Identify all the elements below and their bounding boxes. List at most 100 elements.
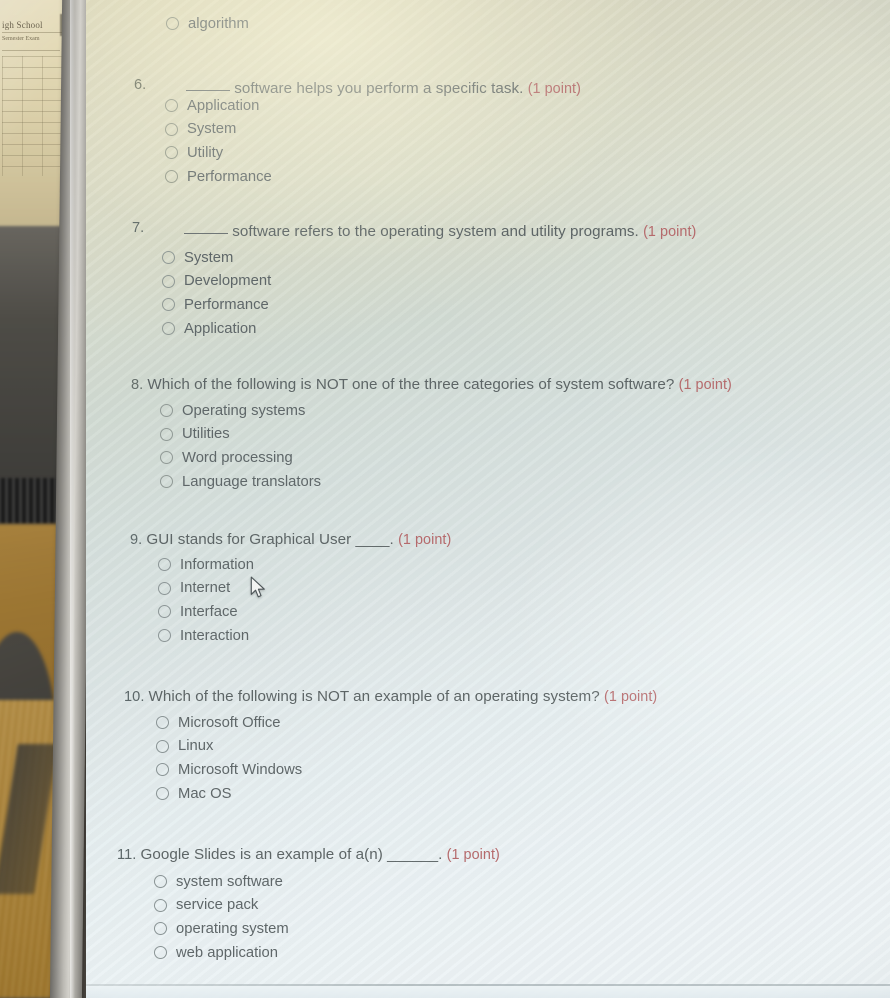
quiz-option[interactable]: Mac OS: [156, 782, 231, 806]
quiz-option-label: operating system: [176, 920, 289, 937]
radio-button[interactable]: [154, 946, 167, 960]
quiz-question-text: Google Slides is an example of a(n) ____…: [140, 846, 447, 863]
monitor-screen: algorithm 6. software helps you perform a…: [86, 0, 890, 998]
quiz-option[interactable]: Performance: [162, 293, 269, 317]
quiz-option-label: Mac OS: [178, 785, 232, 802]
radio-button[interactable]: [156, 739, 169, 753]
quiz-option[interactable]: System: [165, 118, 236, 142]
quiz-option[interactable]: Utilities: [160, 423, 230, 447]
quiz-option-label: Application: [184, 320, 257, 337]
quiz-option[interactable]: Microsoft Office: [156, 711, 281, 735]
quiz-option-label: Operating systems: [182, 402, 306, 419]
radio-button[interactable]: [158, 629, 171, 643]
radio-button[interactable]: [158, 605, 171, 619]
monitor-bezel-highlight: [70, 0, 75, 998]
radio-button[interactable]: [156, 763, 169, 777]
radio-button[interactable]: [160, 427, 173, 441]
quiz-question-number: 9.: [130, 532, 147, 548]
question-points: (1 point): [398, 532, 452, 548]
quiz-option[interactable]: Word processing: [160, 446, 293, 470]
radio-button[interactable]: [156, 787, 169, 801]
windows-taskbar[interactable]: [86, 986, 890, 998]
fill-in-blank: [186, 90, 230, 91]
quiz-question-number: 7.: [132, 220, 145, 236]
radio-button[interactable]: [160, 475, 173, 489]
quiz-option-label: web application: [176, 944, 279, 961]
quiz-option[interactable]: web application: [154, 941, 278, 965]
quiz-option-label: System: [187, 121, 237, 138]
quiz-option-label: system software: [176, 873, 283, 890]
quiz-option-label: Utility: [187, 144, 224, 161]
quiz-option[interactable]: Application: [165, 94, 259, 118]
quiz-question: 8. Which of the following is NOT one of …: [131, 376, 732, 393]
quiz-option[interactable]: system software: [154, 870, 283, 894]
quiz-option[interactable]: service pack: [154, 894, 258, 918]
quiz-option-label: Linux: [178, 738, 214, 755]
quiz-option-label: Information: [180, 556, 255, 573]
radio-button[interactable]: [154, 922, 167, 936]
quiz-option[interactable]: Interface: [158, 600, 238, 624]
quiz-option-label: Internet: [180, 580, 231, 597]
radio-button[interactable]: [158, 581, 171, 595]
radio-button[interactable]: [154, 898, 167, 912]
quiz-option-label: Interface: [180, 603, 238, 620]
radio-button[interactable]: [162, 274, 175, 288]
quiz-option[interactable]: Linux: [156, 735, 213, 759]
question-points: (1 point): [643, 224, 697, 240]
radio-button[interactable]: [165, 146, 178, 160]
fill-in-blank: [184, 233, 228, 234]
quiz-content: algorithm 6. software helps you perform a…: [86, 0, 890, 998]
quiz-option-label: Interaction: [180, 627, 250, 644]
quiz-option[interactable]: algorithm: [166, 12, 249, 36]
quiz-option-label: Language translators: [182, 473, 322, 490]
radio-button[interactable]: [165, 122, 178, 136]
quiz-question-number: 11.: [117, 847, 141, 863]
quiz-option[interactable]: Microsoft Windows: [156, 758, 302, 782]
quiz-question: 9. GUI stands for Graphical User ____. (…: [130, 531, 451, 548]
quiz-question-number: 10.: [124, 689, 149, 705]
radio-button[interactable]: [162, 322, 175, 336]
question-points: (1 point): [604, 689, 658, 705]
quiz-question-number: 6.: [134, 77, 147, 93]
quiz-option-label: Performance: [184, 296, 269, 313]
quiz-option-label: service pack: [176, 897, 259, 914]
quiz-option-label: Performance: [187, 168, 272, 185]
radio-button[interactable]: [156, 716, 169, 730]
radio-button[interactable]: [160, 404, 173, 418]
question-points: (1 point): [446, 847, 500, 863]
quiz-question: 10. Which of the following is NOT an exa…: [124, 688, 657, 705]
quiz-option[interactable]: System: [162, 246, 233, 270]
quiz-option-label: System: [184, 249, 234, 266]
quiz-question-text: GUI stands for Graphical User ____.: [146, 531, 399, 548]
quiz-option-label: Word processing: [182, 449, 293, 466]
quiz-option[interactable]: Language translators: [160, 470, 321, 494]
question-points: (1 point): [527, 81, 581, 97]
quiz-option[interactable]: Development: [162, 270, 271, 294]
quiz-question-text: Which of the following is NOT one of the…: [147, 376, 679, 393]
quiz-option[interactable]: Performance: [165, 165, 272, 189]
quiz-option-label: Development: [184, 273, 272, 290]
radio-button[interactable]: [154, 875, 167, 889]
radio-button[interactable]: [160, 451, 173, 465]
quiz-option-label: Microsoft Windows: [178, 761, 303, 778]
quiz-question: 7. software refers to the operating syst…: [132, 220, 697, 240]
quiz-option[interactable]: operating system: [154, 917, 289, 941]
quiz-option-label: Application: [187, 97, 260, 114]
quiz-option[interactable]: Information: [158, 553, 254, 577]
question-points: (1 point): [678, 377, 732, 393]
quiz-option[interactable]: Operating systems: [160, 399, 305, 423]
quiz-option-label: Microsoft Office: [178, 714, 281, 731]
quiz-option[interactable]: Application: [162, 317, 256, 341]
quiz-option-label: Utilities: [182, 426, 230, 443]
radio-button[interactable]: [165, 170, 178, 184]
radio-button[interactable]: [165, 99, 178, 113]
quiz-question-text: Which of the following is NOT an example…: [148, 688, 604, 705]
quiz-question-text: software refers to the operating system …: [228, 223, 644, 240]
quiz-option[interactable]: Internet: [158, 577, 230, 601]
radio-button[interactable]: [162, 298, 175, 312]
quiz-option[interactable]: Interaction: [158, 624, 249, 648]
quiz-option[interactable]: Utility: [165, 141, 223, 165]
radio-button[interactable]: [158, 558, 171, 572]
radio-button[interactable]: [166, 17, 179, 31]
radio-button[interactable]: [162, 251, 175, 265]
